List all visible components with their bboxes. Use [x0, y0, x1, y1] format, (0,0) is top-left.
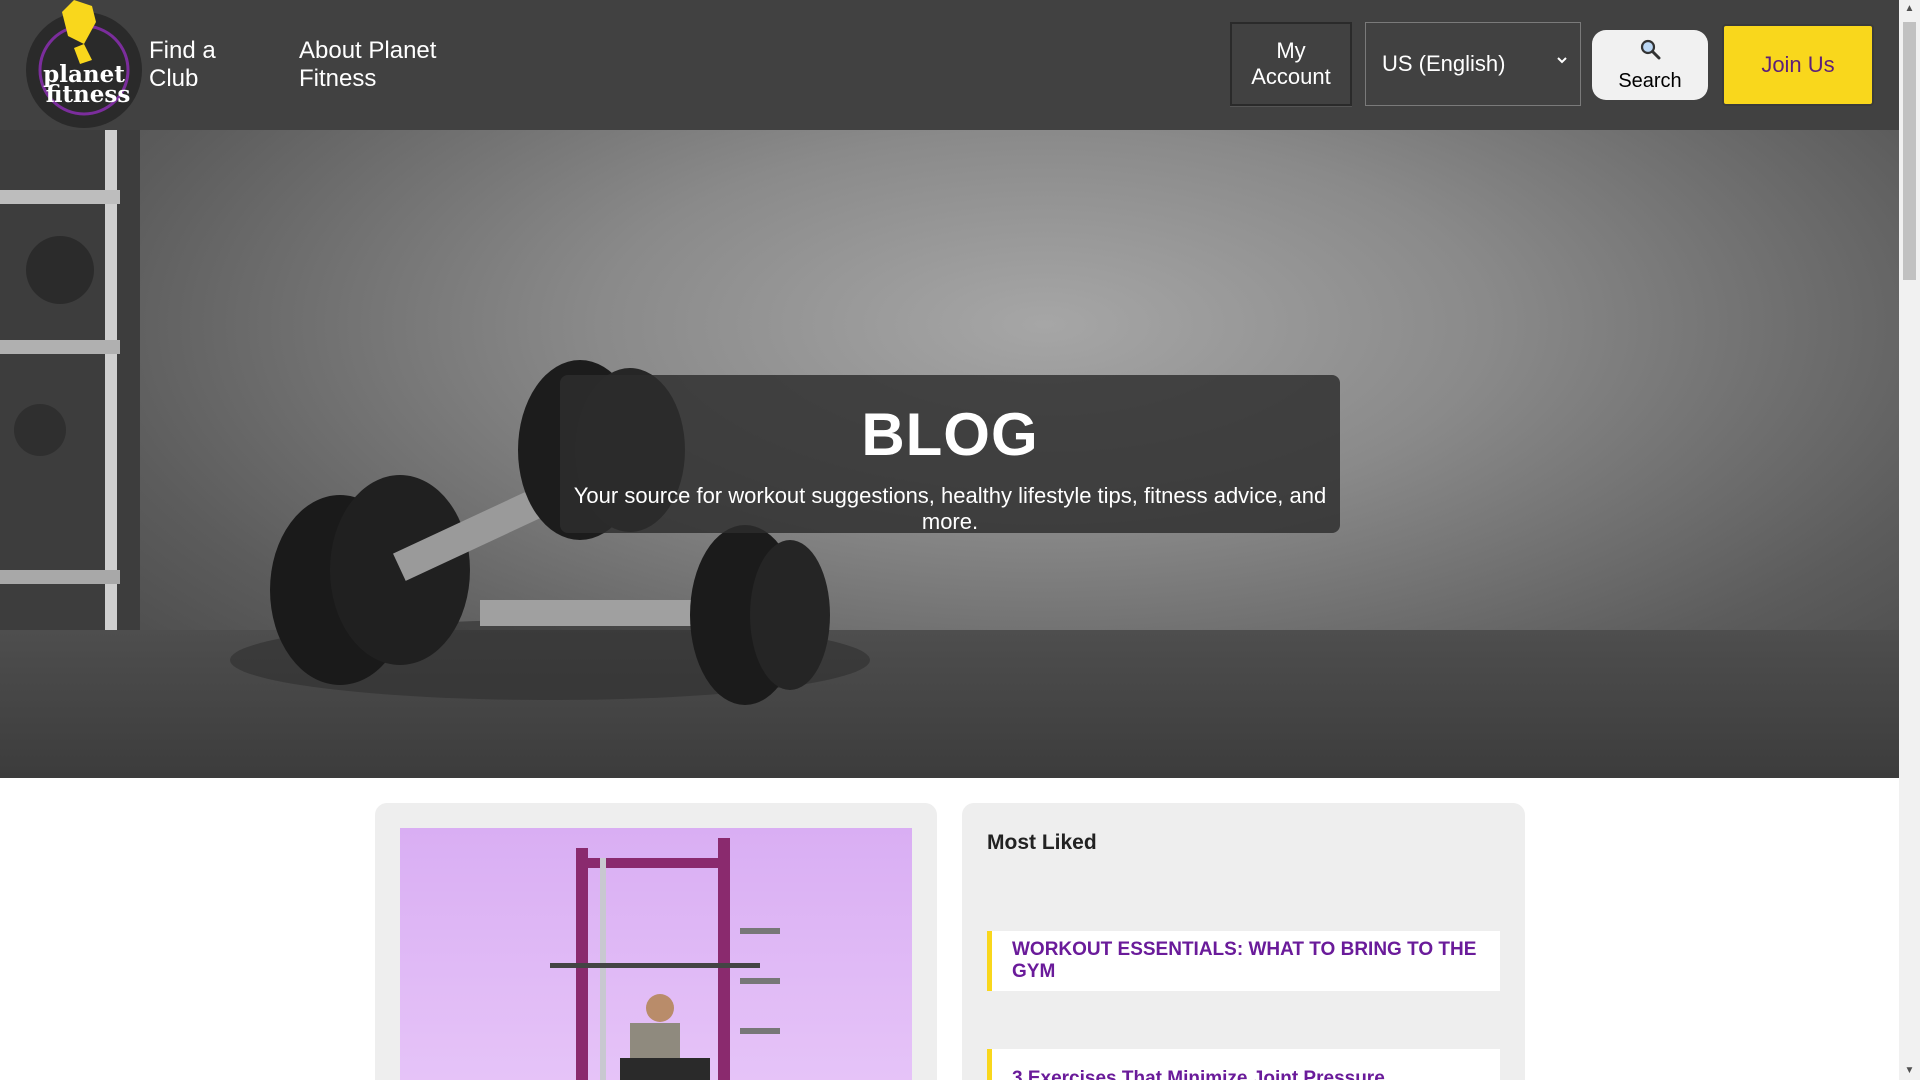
hero-title-box: BLOG Your source for workout suggestions… [560, 375, 1340, 534]
search-button[interactable]: Search [1592, 30, 1708, 100]
search-icon [1638, 38, 1662, 70]
nav-find-a-club[interactable]: Find a Club [149, 37, 259, 93]
site-header: planet fitness Find a Club About Planet … [0, 0, 1899, 130]
join-us-button[interactable]: Join Us [1722, 24, 1874, 106]
most-liked-panel: Most Liked WORKOUT ESSENTIALS: WHAT TO B… [962, 803, 1525, 1080]
chevron-down-icon [1556, 53, 1568, 71]
featured-article-image[interactable] [400, 828, 912, 1080]
scroll-up-arrow-icon[interactable]: ▲ [1899, 0, 1920, 18]
most-liked-heading: Most Liked [987, 831, 1097, 854]
featured-article-card[interactable] [375, 803, 937, 1080]
nav-about-planet-fitness[interactable]: About Planet Fitness [299, 37, 459, 93]
svg-text:fitness: fitness [46, 81, 131, 108]
hero-banner: BLOG Your source for workout suggestions… [0, 130, 1899, 778]
scrollbar-thumb[interactable] [1903, 22, 1916, 280]
page-subtitle: Your source for workout suggestions, hea… [573, 483, 1327, 534]
most-liked-item[interactable]: WORKOUT ESSENTIALS: WHAT TO BRING TO THE… [987, 931, 1500, 991]
page-title: BLOG [861, 401, 1039, 468]
most-liked-item[interactable]: 3 Exercises That Minimize Joint Pressure [987, 1049, 1500, 1080]
planet-fitness-logo[interactable]: planet fitness [22, 0, 146, 135]
scroll-down-arrow-icon[interactable]: ▼ [1899, 1062, 1920, 1080]
language-select[interactable]: US (English) [1365, 22, 1581, 106]
my-account-button[interactable]: My Account [1230, 22, 1352, 106]
search-label: Search [1618, 69, 1682, 92]
hero-shelf-image [0, 130, 140, 630]
language-select-value: US (English) [1382, 51, 1506, 76]
